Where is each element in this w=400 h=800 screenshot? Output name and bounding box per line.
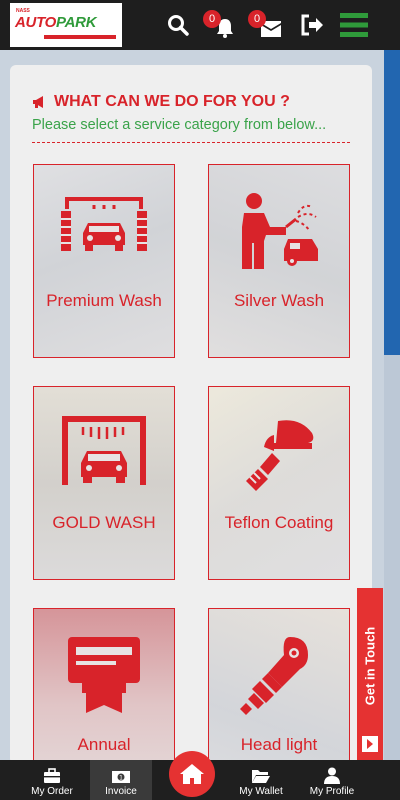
car-wash-gantry-icon bbox=[62, 416, 146, 485]
membership-card-icon bbox=[68, 637, 140, 713]
section-heading-text: WHAT CAN WE DO FOR YOU ? bbox=[54, 93, 290, 110]
messages-button[interactable]: 0 bbox=[246, 0, 286, 50]
service-label: Head light bbox=[240, 735, 318, 754]
menu-button[interactable] bbox=[334, 0, 374, 50]
pressure-washer-icon bbox=[242, 193, 318, 269]
folder-open-icon bbox=[252, 770, 270, 783]
megaphone-icon bbox=[33, 96, 43, 108]
home-button[interactable] bbox=[169, 751, 215, 797]
nav-label: My Profile bbox=[309, 786, 355, 797]
service-tile-annual[interactable]: Annual bbox=[33, 608, 175, 765]
messages-badge: 0 bbox=[248, 10, 266, 28]
get-in-touch-label: Get in Touch bbox=[362, 626, 378, 706]
svg-text:1: 1 bbox=[119, 775, 123, 782]
chevron-right-icon bbox=[362, 736, 378, 752]
service-tile-silver-wash[interactable]: Silver Wash bbox=[208, 164, 350, 358]
logout-button[interactable] bbox=[294, 0, 330, 50]
polisher-icon bbox=[246, 420, 314, 491]
service-tile-gold-wash[interactable]: GOLD WASH bbox=[33, 386, 175, 580]
service-tile-premium-wash[interactable]: Premium Wash bbox=[33, 164, 175, 358]
home-icon bbox=[180, 764, 204, 784]
service-label: Annual bbox=[77, 735, 131, 754]
service-label: Teflon Coating bbox=[224, 513, 334, 532]
service-label: Silver Wash bbox=[233, 291, 325, 310]
top-header: NASS AUTOPARK 0 0 bbox=[0, 0, 400, 50]
hamburger-menu-icon bbox=[340, 13, 368, 37]
get-in-touch-button[interactable]: Get in Touch bbox=[357, 588, 383, 760]
nav-label: My Order bbox=[31, 786, 73, 797]
nav-invoice[interactable]: 1 Invoice bbox=[90, 760, 152, 800]
headlight-bulb-icon bbox=[240, 637, 308, 715]
nav-label: My Wallet bbox=[239, 786, 283, 797]
search-icon bbox=[168, 15, 189, 36]
search-button[interactable] bbox=[160, 0, 196, 50]
nav-my-profile[interactable]: My Profile bbox=[302, 760, 362, 800]
logout-icon bbox=[301, 14, 323, 36]
service-tile-teflon-coating[interactable]: Teflon Coating bbox=[208, 386, 350, 580]
service-tile-head-light[interactable]: Head light bbox=[208, 608, 350, 765]
notifications-badge: 0 bbox=[203, 10, 221, 28]
section-subheading: Please select a service category from be… bbox=[32, 117, 327, 133]
service-card: WHAT CAN WE DO FOR YOU ? Please select a… bbox=[10, 65, 372, 765]
autopark-logo[interactable]: NASS AUTOPARK bbox=[10, 3, 122, 47]
notifications-button[interactable]: 0 bbox=[200, 0, 240, 50]
logo-brand: AUTOPARK bbox=[15, 14, 97, 31]
money-bill-icon: 1 bbox=[112, 771, 130, 783]
nav-my-wallet[interactable]: My Wallet bbox=[230, 760, 292, 800]
nav-label: Invoice bbox=[105, 786, 137, 797]
section-heading: WHAT CAN WE DO FOR YOU ? bbox=[32, 93, 290, 111]
car-wash-icon bbox=[61, 197, 147, 251]
service-label: Premium Wash bbox=[46, 291, 162, 310]
nav-my-order[interactable]: My Order bbox=[20, 760, 84, 800]
briefcase-icon bbox=[44, 768, 60, 783]
logo-tagline-bar bbox=[44, 35, 116, 39]
dashed-divider bbox=[32, 142, 350, 143]
background-panel bbox=[384, 50, 400, 760]
user-icon bbox=[324, 767, 340, 784]
service-label: GOLD WASH bbox=[52, 513, 156, 532]
